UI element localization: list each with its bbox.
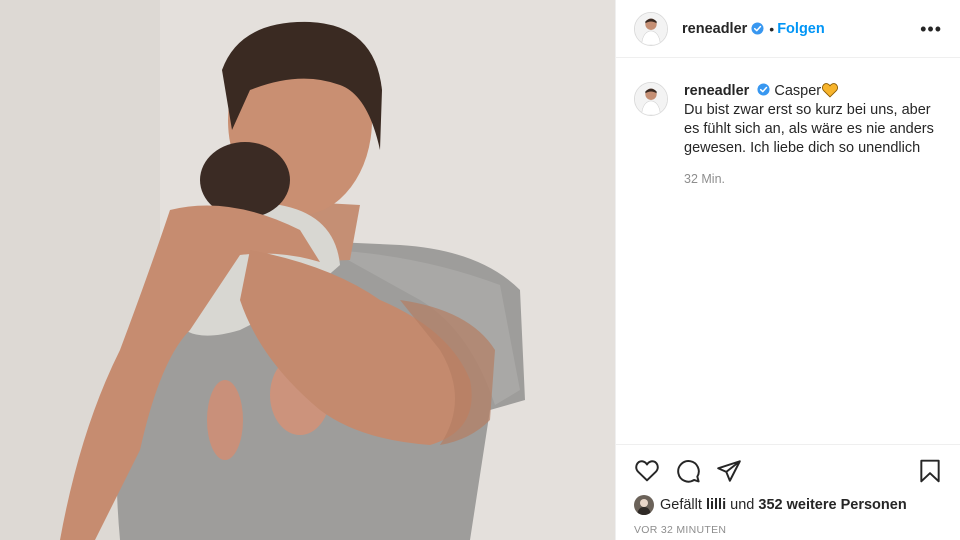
post-header: reneadler • Folgen •••	[616, 0, 960, 58]
caption-body: reneadler Casper Du bist zwar erst so ku…	[684, 82, 934, 189]
caption-username[interactable]: reneadler	[684, 83, 749, 99]
caption-title: Casper	[774, 83, 822, 99]
likes-middle: und	[730, 497, 755, 513]
photo-illustration	[0, 0, 615, 540]
liker-avatar-image	[634, 495, 654, 515]
verified-badge-icon	[751, 22, 764, 35]
caption-timestamp: 32 Min.	[684, 172, 725, 186]
post-actions: Gefällt lilli und 352 weitere Personen V…	[616, 444, 960, 540]
caption: reneadler Casper Du bist zwar erst so ku…	[616, 58, 960, 189]
author-username[interactable]: reneadler	[682, 21, 747, 37]
caption-avatar-image	[635, 83, 667, 115]
caption-avatar[interactable]	[634, 82, 668, 116]
author-avatar-image	[635, 12, 667, 45]
liker-username[interactable]: lilli	[706, 497, 726, 513]
post-photo[interactable]	[0, 0, 615, 540]
bookmark-icon[interactable]	[917, 458, 943, 484]
yellow-heart-icon	[822, 83, 839, 98]
likes-summary: Gefällt lilli und 352 weitere Personen	[634, 495, 943, 515]
author-avatar[interactable]	[634, 11, 668, 46]
separator-dot: •	[769, 20, 775, 37]
liker-avatar[interactable]	[634, 495, 654, 515]
verified-badge-icon	[757, 83, 770, 96]
post-date: VOR 32 MINUTEN	[634, 524, 727, 536]
post-side-panel: reneadler • Folgen ••• reneadler Casper …	[615, 0, 960, 540]
likes-count-link[interactable]: 352 weitere Personen	[758, 497, 906, 513]
caption-text: Du bist zwar erst so kurz bei uns, aber …	[684, 102, 934, 156]
likes-prefix: Gefällt	[660, 497, 702, 513]
action-icon-row	[634, 457, 943, 485]
heart-outline-icon[interactable]	[634, 458, 660, 484]
comment-icon[interactable]	[675, 458, 701, 484]
paper-plane-icon[interactable]	[716, 458, 742, 484]
more-options-icon[interactable]: •••	[920, 20, 942, 38]
follow-button[interactable]: Folgen	[777, 21, 825, 37]
